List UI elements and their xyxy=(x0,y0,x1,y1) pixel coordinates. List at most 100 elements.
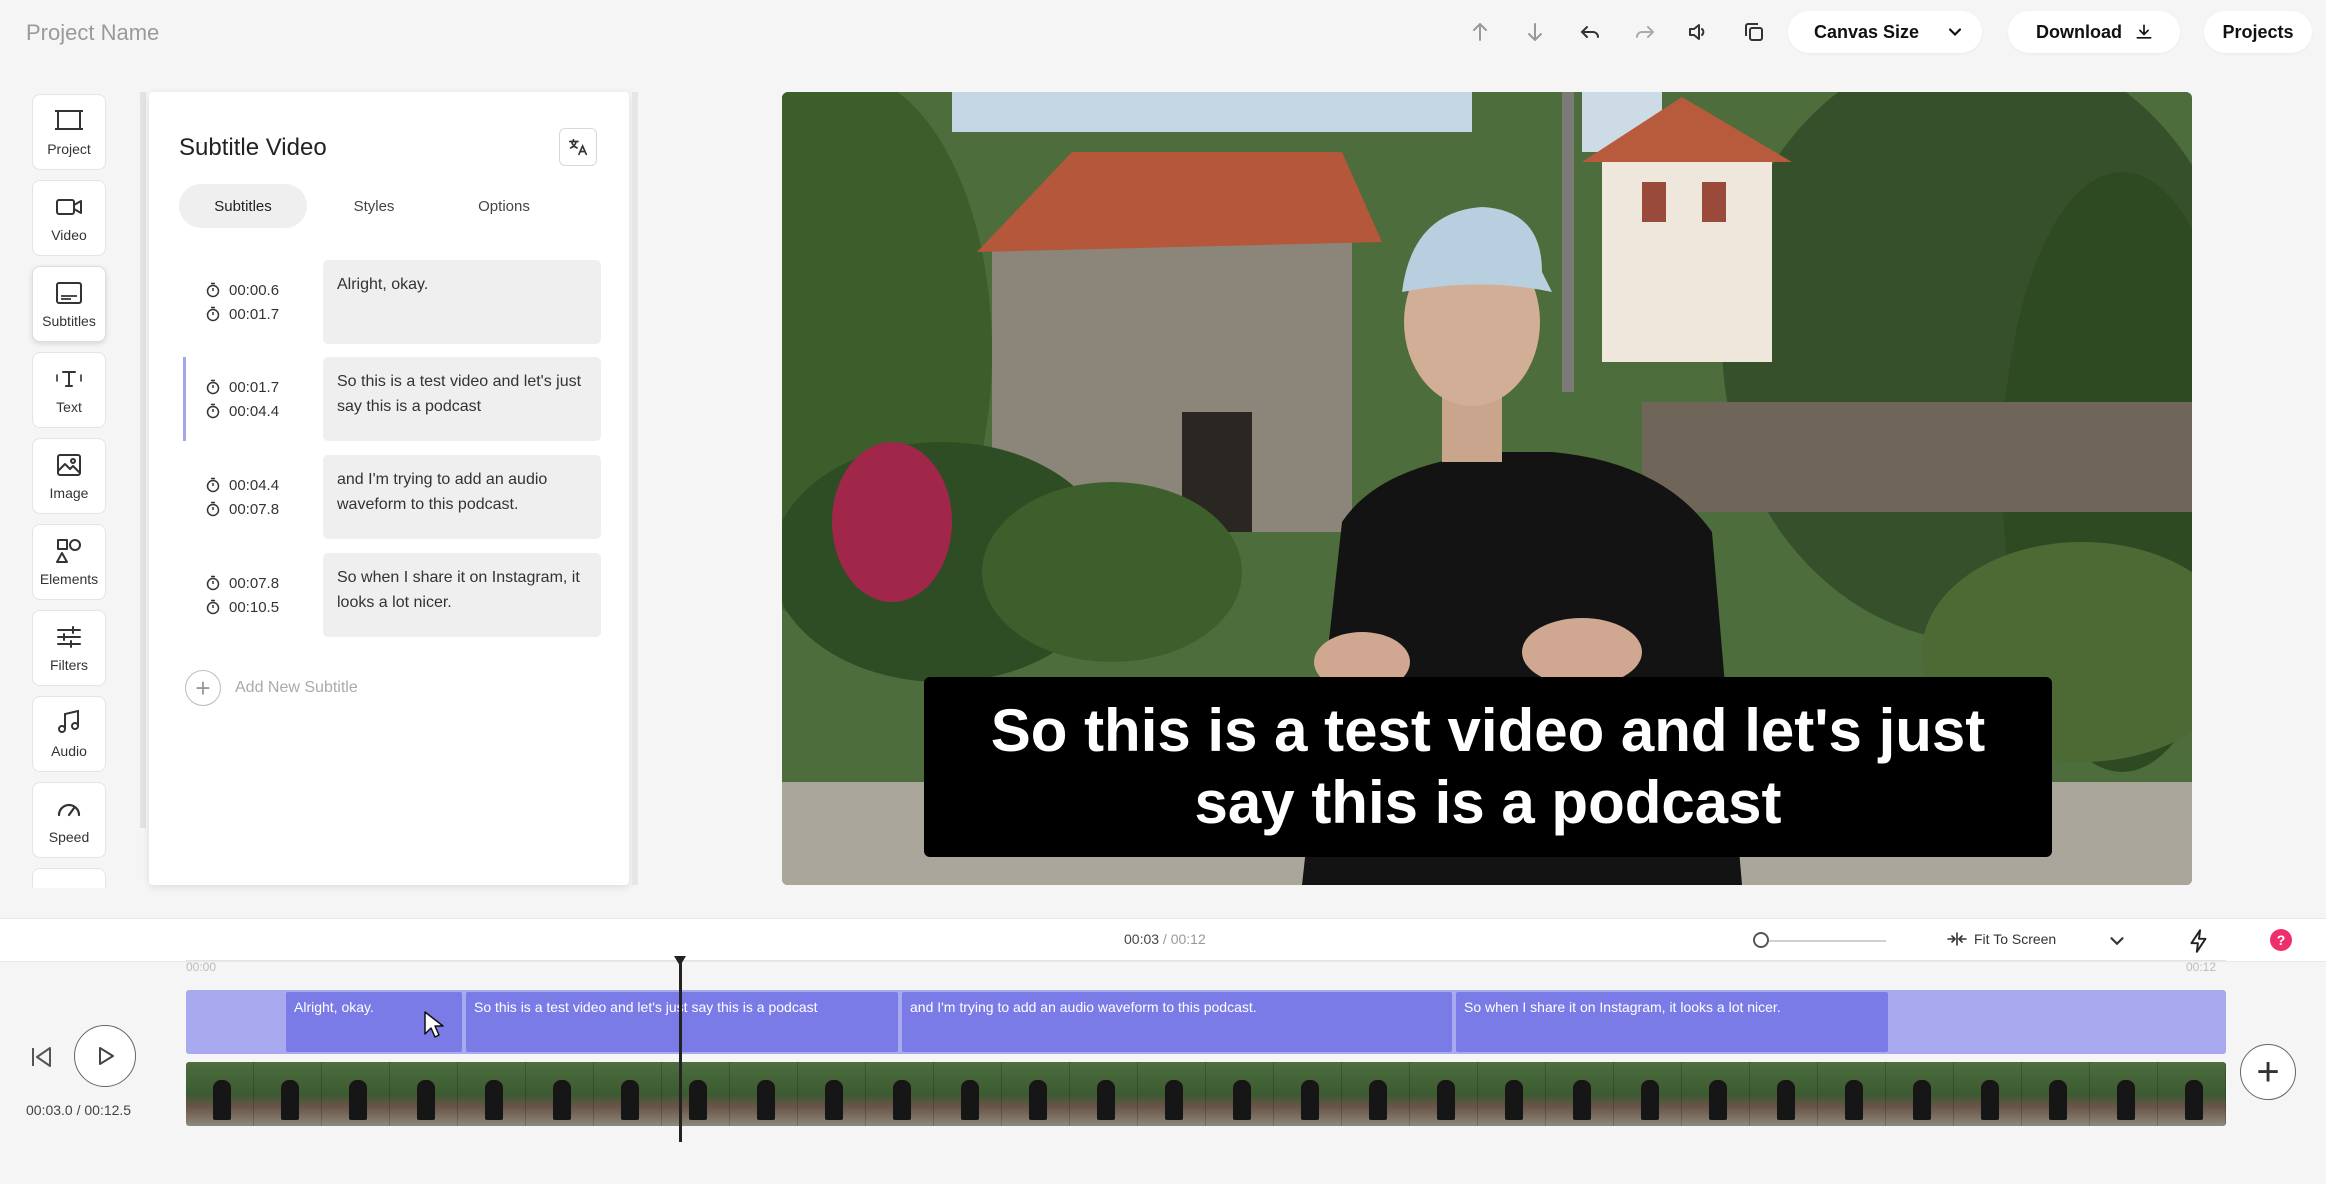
help-badge[interactable]: ? xyxy=(2270,929,2292,951)
rail-item-audio[interactable]: Audio xyxy=(32,696,106,772)
rail-item-filters[interactable]: Filters xyxy=(32,610,106,686)
subtitles-icon xyxy=(54,279,84,307)
translate-button[interactable] xyxy=(559,128,597,166)
end-time[interactable]: 00:10.5 xyxy=(229,599,279,616)
end-time[interactable]: 00:07.8 xyxy=(229,501,279,518)
plus-circle-icon: + xyxy=(185,670,221,706)
download-button[interactable]: Download xyxy=(2008,11,2180,53)
rail-label: Elements xyxy=(40,571,98,587)
rail-item-subtitles[interactable]: Subtitles xyxy=(32,266,106,342)
filmstrip-frame xyxy=(1818,1062,1886,1126)
elements-icon xyxy=(54,537,84,565)
add-new-subtitle-button[interactable]: + Add New Subtitle xyxy=(185,670,358,706)
panel-divider[interactable] xyxy=(140,92,146,828)
skip-to-start-icon[interactable] xyxy=(26,1042,56,1072)
start-time[interactable]: 00:01.7 xyxy=(229,379,279,396)
rail-item-image[interactable]: Image xyxy=(32,438,106,514)
video-caption[interactable]: So this is a test video and let's just s… xyxy=(924,677,2052,857)
filmstrip-frame xyxy=(1954,1062,2022,1126)
filmstrip-frame xyxy=(1410,1062,1478,1126)
projects-button[interactable]: Projects xyxy=(2204,11,2312,53)
end-time[interactable]: 00:01.7 xyxy=(229,306,279,323)
play-button[interactable] xyxy=(74,1025,136,1087)
playback-time-readout: 00:03.0 / 00:12.5 xyxy=(26,1102,131,1118)
subtitle-text-field[interactable]: Alright, okay. xyxy=(323,260,601,344)
playhead[interactable] xyxy=(679,962,682,1142)
time-separator: / xyxy=(1159,931,1171,947)
subtitle-row[interactable]: 00:04.4 00:07.8 and I'm trying to add an… xyxy=(185,455,601,539)
rail-label: Video xyxy=(51,227,87,243)
start-time[interactable]: 00:07.8 xyxy=(229,575,279,592)
subtitle-track[interactable]: Alright, okay. So this is a test video a… xyxy=(186,990,2226,1054)
filmstrip-frame xyxy=(1886,1062,1954,1126)
download-label: Download xyxy=(2036,22,2122,43)
play-icon xyxy=(94,1045,116,1067)
subtitle-text-field[interactable]: and I'm trying to add an audio waveform … xyxy=(323,455,601,539)
add-track-button[interactable]: + xyxy=(2240,1044,2296,1100)
mouse-cursor-icon xyxy=(423,1010,445,1040)
zoom-slider-track[interactable] xyxy=(1760,940,1886,942)
filmstrip-frame xyxy=(1138,1062,1206,1126)
tab-options[interactable]: Options xyxy=(441,184,567,228)
tab-styles[interactable]: Styles xyxy=(311,184,437,228)
translate-icon xyxy=(567,136,589,158)
subtitle-clip[interactable]: So this is a test video and let's just s… xyxy=(466,992,898,1052)
timeline-header: 00:03 / 00:12 Fit To Screen ? xyxy=(0,918,2326,962)
canvas-size-dropdown[interactable]: Canvas Size xyxy=(1788,11,1982,53)
subtitle-text-field[interactable]: So when I share it on Instagram, it look… xyxy=(323,553,601,637)
subtitle-row[interactable]: 00:00.6 00:01.7 Alright, okay. xyxy=(185,260,601,344)
subtitle-text-field[interactable]: So this is a test video and let's just s… xyxy=(323,357,601,441)
subtitle-row[interactable]: 00:07.8 00:10.5 So when I share it on In… xyxy=(185,553,601,637)
rail-item-video[interactable]: Video xyxy=(32,180,106,256)
start-time[interactable]: 00:00.6 xyxy=(229,282,279,299)
stopwatch-icon xyxy=(205,477,221,493)
audio-volume-icon[interactable] xyxy=(1680,14,1716,50)
end-time[interactable]: 00:04.4 xyxy=(229,403,279,420)
total-time: 00:12 xyxy=(1171,931,1206,947)
filmstrip-frame xyxy=(1682,1062,1750,1126)
filmstrip-frame xyxy=(1342,1062,1410,1126)
subtitle-row[interactable]: 00:01.7 00:04.4 So this is a test video … xyxy=(185,357,601,441)
move-up-icon[interactable] xyxy=(1462,14,1498,50)
project-name[interactable]: Project Name xyxy=(26,20,159,46)
filmstrip-frame xyxy=(1614,1062,1682,1126)
filmstrip-frame xyxy=(1546,1062,1614,1126)
rail-label: Subtitles xyxy=(42,313,96,329)
zoom-slider-handle[interactable] xyxy=(1753,932,1769,948)
rail-item-more[interactable] xyxy=(32,868,106,888)
filmstrip-frame xyxy=(866,1062,934,1126)
rail-item-elements[interactable]: Elements xyxy=(32,524,106,600)
subtitle-clip[interactable]: and I'm trying to add an audio waveform … xyxy=(902,992,1452,1052)
move-down-icon[interactable] xyxy=(1517,14,1553,50)
filmstrip-frame xyxy=(2022,1062,2090,1126)
ruler-end-label: 00:12 xyxy=(2186,960,2216,974)
duplicate-icon[interactable] xyxy=(1736,14,1772,50)
lightning-icon[interactable] xyxy=(2186,928,2212,954)
panel-scrollbar[interactable] xyxy=(632,92,638,885)
redo-icon[interactable] xyxy=(1627,14,1663,50)
tab-subtitles[interactable]: Subtitles xyxy=(179,184,307,228)
filmstrip-frame xyxy=(1002,1062,1070,1126)
video-filmstrip-track[interactable] xyxy=(186,1062,2226,1126)
current-time: 00:03 xyxy=(1124,931,1159,947)
audio-icon xyxy=(54,709,84,737)
rail-item-speed[interactable]: Speed xyxy=(32,782,106,858)
rail-item-project[interactable]: Project xyxy=(32,94,106,170)
rail-label: Speed xyxy=(49,829,89,845)
fit-to-screen-button[interactable]: Fit To Screen xyxy=(1946,930,2056,948)
filmstrip-frame xyxy=(730,1062,798,1126)
filmstrip-frame xyxy=(254,1062,322,1126)
rail-item-text[interactable]: Text xyxy=(32,352,106,428)
rail-label: Filters xyxy=(50,657,88,673)
filmstrip-frame xyxy=(1750,1062,1818,1126)
subtitle-clip[interactable]: So when I share it on Instagram, it look… xyxy=(1456,992,1888,1052)
canvas-size-label: Canvas Size xyxy=(1814,22,1919,43)
filmstrip-frame xyxy=(458,1062,526,1126)
filmstrip-frame xyxy=(390,1062,458,1126)
rail-label: Audio xyxy=(51,743,87,759)
stopwatch-icon xyxy=(205,575,221,591)
start-time[interactable]: 00:04.4 xyxy=(229,477,279,494)
rail-label: Text xyxy=(56,399,82,415)
undo-icon[interactable] xyxy=(1572,14,1608,50)
chevron-down-icon[interactable] xyxy=(2106,930,2128,952)
